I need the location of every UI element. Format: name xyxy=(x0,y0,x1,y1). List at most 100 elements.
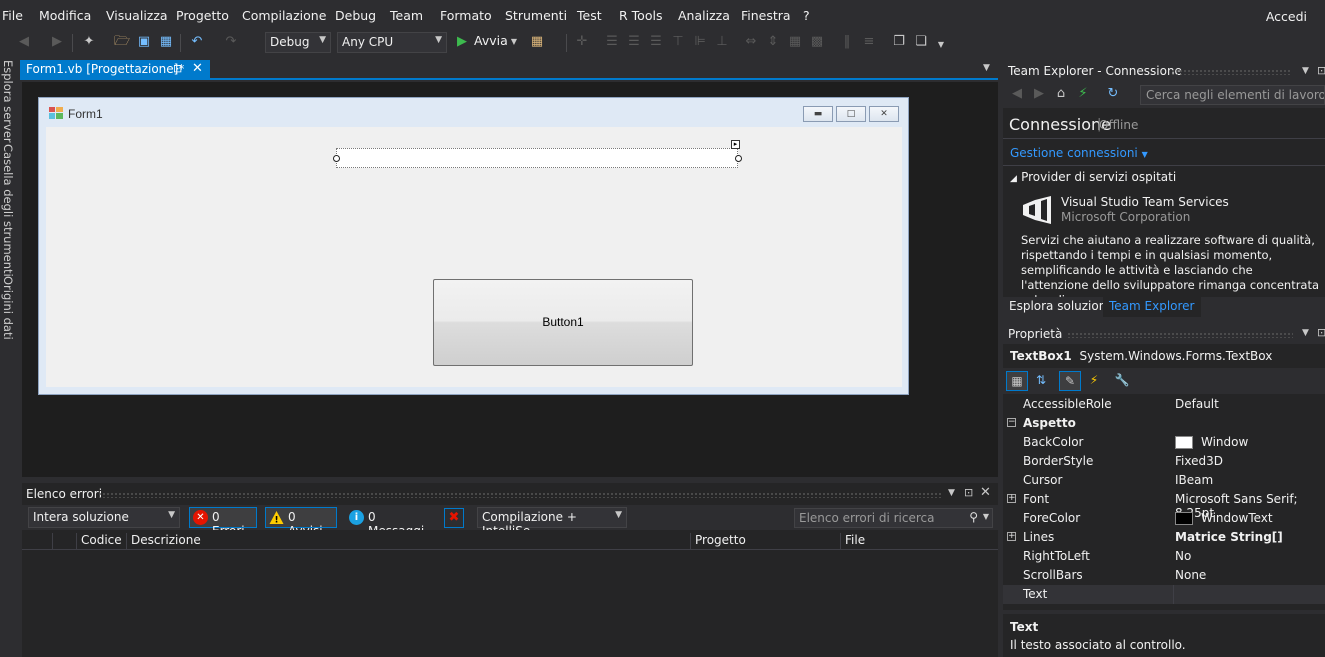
categorized-icon[interactable]: ▦ xyxy=(1006,371,1028,391)
col-descrizione[interactable]: Descrizione xyxy=(126,533,690,549)
properties-view-icon[interactable]: ✎ xyxy=(1059,371,1081,391)
forward-icon[interactable]: ▶ xyxy=(1030,85,1048,103)
align-bottoms-icon[interactable]: ⊥ xyxy=(713,33,731,51)
col-progetto[interactable]: Progetto xyxy=(690,533,840,549)
property-value[interactable]: No xyxy=(1175,549,1191,563)
alphabetical-icon[interactable]: ⇅ xyxy=(1030,371,1052,391)
align-grid-icon[interactable]: ✛ xyxy=(573,33,591,51)
open-folder-icon[interactable]: 🗁 xyxy=(113,33,131,51)
same-width-icon[interactable]: ⇔ xyxy=(742,33,760,51)
tab-team-explorer[interactable]: Team Explorer xyxy=(1103,297,1201,317)
col-sort[interactable] xyxy=(52,533,76,549)
redo-icon[interactable]: ↷ xyxy=(222,33,240,51)
toolbar-options-icon[interactable]: ▼ xyxy=(932,36,950,54)
close-icon[interactable]: ✕ xyxy=(980,485,991,500)
pin-icon[interactable]: ⊡ xyxy=(173,62,182,75)
pin-icon[interactable]: ⊡ xyxy=(964,486,973,499)
document-tab[interactable]: Form1.vb [Progettazione]* ⊡ ✕ xyxy=(20,60,210,80)
property-row[interactable]: BorderStyle Fixed3D xyxy=(1003,452,1325,471)
close-icon[interactable]: ✕ xyxy=(192,61,203,76)
form-designer[interactable]: Form1 ▬ □ ✕ ▸ Button1 xyxy=(38,97,909,395)
back-icon[interactable]: ◀ xyxy=(1008,85,1026,103)
align-centers-icon[interactable]: ☰ xyxy=(625,33,643,51)
panel-grip[interactable] xyxy=(98,492,943,498)
undo-icon[interactable]: ↶ xyxy=(188,33,206,51)
property-value[interactable]: Matrice String[] xyxy=(1175,530,1283,544)
property-value[interactable]: Window xyxy=(1201,435,1248,449)
providers-section-header[interactable]: ◢ Provider di servizi ospitati xyxy=(1010,170,1176,184)
menu-formato[interactable]: Formato xyxy=(440,8,492,23)
chevron-down-icon[interactable]: ▼ xyxy=(983,63,990,73)
expand-icon[interactable]: + xyxy=(1007,494,1016,503)
search-icon[interactable]: ⚲ xyxy=(969,510,978,524)
menu-visualizza[interactable]: Visualizza xyxy=(106,8,168,23)
menu-team[interactable]: Team xyxy=(390,8,423,23)
menu-progetto[interactable]: Progetto xyxy=(176,8,229,23)
property-row[interactable]: ScrollBars None xyxy=(1003,566,1325,585)
browser-link-icon[interactable]: ▦ xyxy=(528,33,546,51)
tab-origini-dati[interactable]: Origini dati xyxy=(1,276,15,340)
configuration-select[interactable]: Debug ▼ xyxy=(265,32,331,53)
chevron-down-icon[interactable]: ▼ xyxy=(505,33,523,51)
property-value[interactable]: Fixed3D xyxy=(1175,454,1223,468)
provider-name[interactable]: Visual Studio Team Services xyxy=(1061,195,1229,209)
tab-esplora-server[interactable]: Esplora server xyxy=(1,60,15,143)
save-all-icon[interactable]: ▦ xyxy=(157,33,175,51)
panel-grip[interactable] xyxy=(1171,69,1291,75)
object-selector[interactable]: TextBox1 System.Windows.Forms.TextBox xyxy=(1010,349,1272,363)
v-spacing-icon[interactable]: ≡ xyxy=(860,33,878,51)
property-row[interactable]: AccessibleRole Default xyxy=(1003,395,1325,414)
align-middles-icon[interactable]: ⊫ xyxy=(691,33,709,51)
menu-strumenti[interactable]: Strumenti xyxy=(505,8,567,23)
same-size-icon[interactable]: ▦ xyxy=(786,33,804,51)
start-button[interactable]: Avvia xyxy=(474,33,508,48)
resize-handle-left[interactable] xyxy=(333,155,340,162)
events-icon[interactable]: ⚡ xyxy=(1083,371,1105,391)
sign-in-link[interactable]: Accedi xyxy=(1266,9,1307,24)
pin-icon[interactable]: ⊡ xyxy=(1317,326,1325,339)
property-pages-icon[interactable]: 🔧 xyxy=(1111,371,1133,391)
warnings-filter-button[interactable]: ! 0 Avvisi xyxy=(265,507,337,538)
tab-esplora-soluzioni[interactable]: Esplora soluzioni xyxy=(1003,297,1116,317)
property-category[interactable]: − Aspetto xyxy=(1003,414,1325,433)
size-to-grid-icon[interactable]: ▩ xyxy=(808,33,826,51)
property-value[interactable]: None xyxy=(1175,568,1206,582)
bring-to-front-icon[interactable]: ❐ xyxy=(890,33,908,51)
resize-handle-right[interactable] xyxy=(735,155,742,162)
expand-icon[interactable]: + xyxy=(1007,532,1016,541)
property-value[interactable]: IBeam xyxy=(1175,473,1213,487)
menu-r-tools[interactable]: R Tools xyxy=(619,8,662,23)
same-height-icon[interactable]: ⇕ xyxy=(764,33,782,51)
scope-select[interactable]: Intera soluzione ▼ xyxy=(28,507,180,528)
collapse-icon[interactable]: − xyxy=(1007,418,1016,427)
play-icon[interactable]: ▶ xyxy=(453,33,471,51)
forward-icon[interactable]: ▶ xyxy=(48,33,66,51)
connect-icon[interactable]: ⚡ xyxy=(1074,85,1092,103)
chevron-down-icon[interactable]: ▼ xyxy=(983,512,989,521)
home-icon[interactable]: ⌂ xyxy=(1052,85,1070,103)
h-spacing-icon[interactable]: ‖ xyxy=(838,33,856,51)
platform-select[interactable]: Any CPU ▼ xyxy=(337,32,447,53)
form-client-area[interactable]: ▸ Button1 xyxy=(46,127,902,387)
manage-connections-link[interactable]: Gestione connessioni ▼ xyxy=(1010,146,1148,160)
new-project-icon[interactable]: ✦ xyxy=(80,33,98,51)
menu-compilazione[interactable]: Compilazione xyxy=(242,8,326,23)
smart-tag-icon[interactable]: ▸ xyxy=(731,140,740,149)
pin-icon[interactable]: ⊡ xyxy=(1317,64,1325,77)
col-file[interactable]: File xyxy=(840,533,992,549)
error-search-input[interactable]: Elenco errori di ricerca ⚲ ▼ xyxy=(794,508,993,528)
property-value[interactable]: Default xyxy=(1175,397,1219,411)
property-row[interactable]: + Lines Matrice String[] xyxy=(1003,528,1325,547)
tab-casella-strumenti[interactable]: Casella degli strumenti xyxy=(1,144,15,277)
menu-debug[interactable]: Debug xyxy=(335,8,376,23)
menu-test[interactable]: Test xyxy=(577,8,602,23)
align-rights-icon[interactable]: ☰ xyxy=(647,33,665,51)
textbox1-control[interactable] xyxy=(333,148,742,168)
build-filter-select[interactable]: Compilazione + IntelliSe ▼ xyxy=(477,507,627,538)
property-row[interactable]: ForeColor WindowText xyxy=(1003,509,1325,528)
chevron-down-icon[interactable]: ▼ xyxy=(948,488,955,498)
col-codice[interactable]: Codice xyxy=(76,533,126,549)
menu-modifica[interactable]: Modifica xyxy=(39,8,91,23)
property-row[interactable]: RightToLeft No xyxy=(1003,547,1325,566)
send-to-back-icon[interactable]: ❏ xyxy=(912,33,930,51)
